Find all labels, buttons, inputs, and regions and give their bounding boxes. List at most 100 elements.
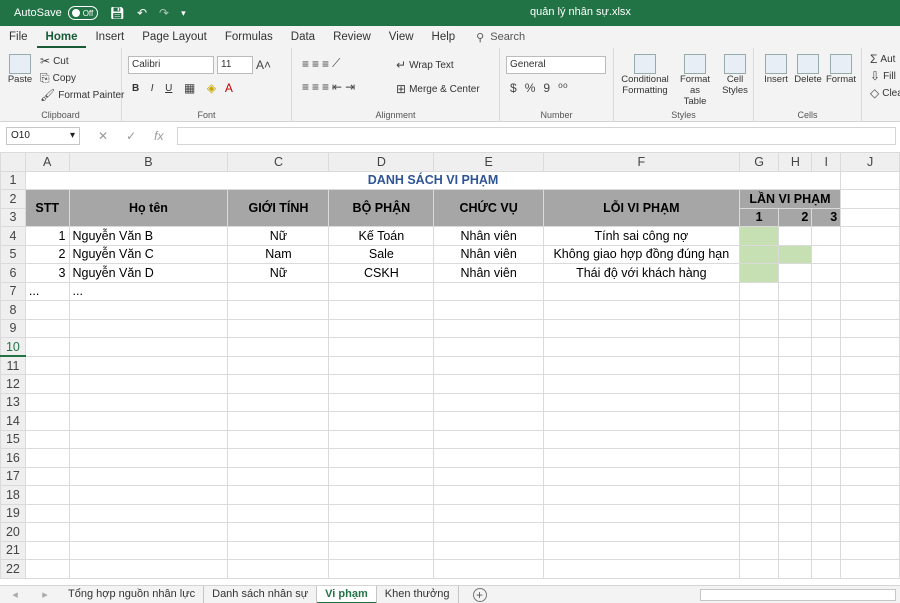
cell[interactable]: [543, 503, 740, 523]
cell[interactable]: [543, 559, 740, 579]
cell[interactable]: [328, 522, 435, 542]
insert-cells-button[interactable]: Insert: [760, 54, 792, 85]
cell[interactable]: [778, 411, 813, 431]
row-header[interactable]: 7: [0, 281, 26, 301]
fill-button[interactable]: ⇩ Fill: [870, 69, 896, 83]
cell-stt[interactable]: ...: [24, 281, 70, 301]
cell[interactable]: [68, 503, 229, 523]
italic-button[interactable]: I: [151, 83, 154, 94]
autosave-toggle[interactable]: Off: [67, 6, 98, 20]
cell[interactable]: [778, 392, 813, 412]
cell-styles-button[interactable]: Cell Styles: [718, 54, 752, 96]
cell[interactable]: [543, 485, 740, 505]
column-header[interactable]: A: [24, 152, 70, 172]
cell[interactable]: [811, 429, 842, 449]
cell[interactable]: [433, 466, 545, 486]
row-header[interactable]: 14: [0, 411, 26, 431]
clear-button[interactable]: ◇Clea: [870, 86, 900, 100]
cell[interactable]: [433, 429, 545, 449]
cell[interactable]: [840, 226, 900, 246]
row-header[interactable]: 1: [0, 170, 26, 190]
cell-gender[interactable]: Nữ: [227, 226, 330, 246]
cell[interactable]: [543, 429, 740, 449]
cell-department[interactable]: CSKH: [328, 263, 435, 283]
decimal-icon[interactable]: ⁰⁰: [558, 81, 568, 95]
cell[interactable]: [227, 429, 330, 449]
paste-button[interactable]: Paste: [6, 54, 34, 85]
cell[interactable]: [227, 540, 330, 560]
tab-data[interactable]: Data: [282, 26, 324, 48]
cell[interactable]: [328, 448, 435, 468]
wrap-text-button[interactable]: ↵ Wrap Text: [396, 58, 454, 72]
cell[interactable]: [738, 429, 780, 449]
cell[interactable]: [811, 411, 842, 431]
cell[interactable]: [433, 540, 545, 560]
cell[interactable]: [227, 485, 330, 505]
align-middle-icon[interactable]: ≡: [312, 57, 319, 71]
cell[interactable]: [68, 559, 229, 579]
cell[interactable]: [840, 466, 900, 486]
cell[interactable]: [778, 281, 813, 301]
cell[interactable]: [811, 374, 842, 394]
cell[interactable]: [24, 540, 70, 560]
header-name[interactable]: Họ tên: [68, 189, 229, 227]
cell[interactable]: [227, 466, 330, 486]
row-header[interactable]: 18: [0, 485, 26, 505]
row-header[interactable]: 10: [0, 337, 26, 357]
cell-stt[interactable]: 3: [24, 263, 70, 283]
row-header[interactable]: 21: [0, 540, 26, 560]
cell[interactable]: [778, 300, 813, 320]
name-box[interactable]: O10 ▾: [6, 127, 80, 145]
percent-button[interactable]: %: [525, 81, 536, 95]
cell[interactable]: [328, 281, 435, 301]
cell[interactable]: [433, 522, 545, 542]
borders-icon[interactable]: ▦: [184, 81, 195, 95]
cell[interactable]: [433, 374, 545, 394]
cell[interactable]: [811, 540, 842, 560]
column-header[interactable]: J: [840, 152, 900, 172]
cell-time-1[interactable]: [738, 244, 780, 264]
cell[interactable]: [840, 559, 900, 579]
cell-time-2[interactable]: [778, 226, 813, 246]
cell[interactable]: [328, 540, 435, 560]
row-header[interactable]: 4: [0, 226, 26, 246]
cell[interactable]: [328, 355, 435, 375]
cell[interactable]: [433, 448, 545, 468]
worksheet-grid[interactable]: A B C D E F G H I J 1 DANH SÁCH VI PHẠM …: [0, 152, 900, 585]
cell[interactable]: [328, 374, 435, 394]
header-time-1[interactable]: 1: [738, 207, 780, 227]
conditional-formatting-button[interactable]: Conditional Formatting: [618, 54, 672, 96]
cell[interactable]: [738, 300, 780, 320]
cell[interactable]: [68, 540, 229, 560]
cell[interactable]: [328, 466, 435, 486]
cell[interactable]: [811, 559, 842, 579]
cell[interactable]: [840, 503, 900, 523]
column-header[interactable]: D: [328, 152, 435, 172]
cell[interactable]: [24, 559, 70, 579]
cell[interactable]: [24, 300, 70, 320]
header-position[interactable]: CHỨC VỤ: [433, 189, 545, 227]
autosum-button[interactable]: Σ Aut: [870, 52, 895, 66]
align-right-icon[interactable]: ≡: [322, 80, 329, 94]
cell[interactable]: [738, 448, 780, 468]
header-time-3[interactable]: 3: [811, 207, 842, 227]
cell[interactable]: [811, 300, 842, 320]
cell[interactable]: [738, 559, 780, 579]
cell[interactable]: [778, 374, 813, 394]
cell[interactable]: [778, 466, 813, 486]
cell[interactable]: [24, 374, 70, 394]
cell[interactable]: [840, 392, 900, 412]
cell-stt[interactable]: 1: [24, 226, 70, 246]
cell[interactable]: [328, 559, 435, 579]
cell-violation[interactable]: Thái độ với khách hàng: [543, 263, 740, 283]
cell[interactable]: [778, 540, 813, 560]
cell-name[interactable]: Nguyễn Văn C: [68, 244, 229, 264]
header-department[interactable]: BỘ PHẬN: [328, 189, 435, 227]
cell[interactable]: [68, 337, 229, 357]
cell[interactable]: [328, 411, 435, 431]
cell[interactable]: [24, 392, 70, 412]
cell[interactable]: [811, 466, 842, 486]
underline-button[interactable]: U: [165, 83, 172, 94]
cell[interactable]: [840, 170, 900, 190]
cell-time-3[interactable]: [811, 263, 842, 283]
